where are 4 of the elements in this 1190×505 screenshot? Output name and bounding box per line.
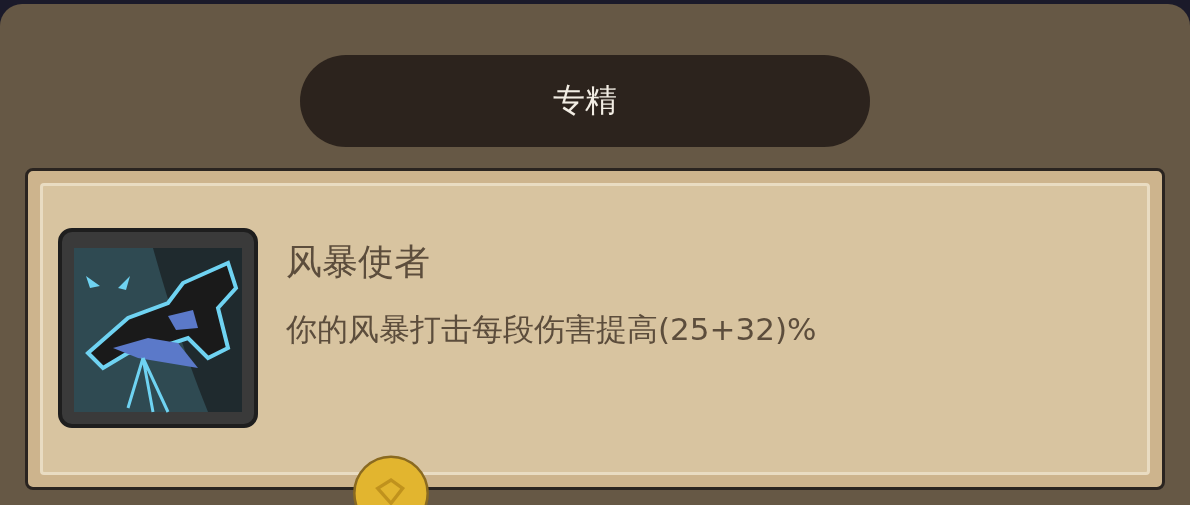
skill-description: 你的风暴打击每段伤害提高(25+32)% [286,310,817,349]
skill-name: 风暴使者 [286,240,431,284]
storm-skill-icon [58,228,258,428]
panel-title: 专精 [300,55,870,147]
